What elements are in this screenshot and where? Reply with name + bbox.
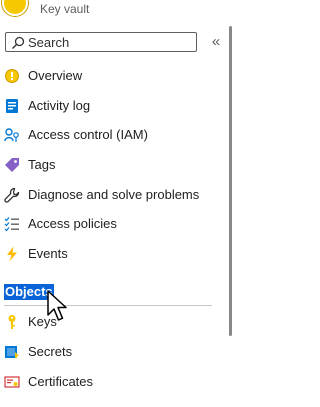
nav-item-events[interactable]: Events [0,241,218,267]
nav-item-label: Access control (IAM) [28,127,148,142]
access-policies-icon [4,217,19,232]
overview-icon [5,69,19,83]
nav-item-label: Certificates [28,374,94,389]
nav-item-label: Access policies [28,216,117,231]
lightning-icon [7,246,17,262]
nav-item-diagnose[interactable]: Diagnose and solve problems [0,182,218,208]
activity-log-icon [6,99,18,113]
search-input[interactable] [28,33,188,51]
header-subtitle: Key vault [40,2,90,16]
nav-item-access-policies[interactable]: Access policies [0,211,218,237]
tag-icon [5,158,19,172]
nav-item-certificates[interactable]: Certificates [0,369,218,395]
collapse-menu-button[interactable]: « [208,33,224,51]
nav-item-label: Diagnose and solve problems [28,187,200,202]
key-vault-icon [2,0,28,16]
key-icon [8,315,16,329]
nav-item-secrets[interactable]: Secrets [0,339,218,365]
certificate-icon [4,376,20,388]
mouse-pointer-icon [47,290,67,321]
nav-item-overview[interactable]: Overview [0,63,218,89]
access-control-icon [4,128,19,142]
search-icon [12,36,25,49]
blade-header: Key vault [0,0,243,26]
nav-item-activity-log[interactable]: Activity log [0,93,218,119]
nav-item-label: Activity log [28,98,91,113]
nav-item-label: Secrets [28,344,73,359]
secret-icon [5,346,19,358]
nav-item-access-control[interactable]: Access control (IAM) [0,122,218,148]
nav-item-label: Events [28,246,68,261]
wrench-icon [4,187,20,203]
nav-item-label: Tags [28,157,56,172]
nav-item-label: Overview [28,68,83,83]
search-box[interactable] [5,32,197,52]
nav-scrollbar[interactable] [229,26,232,336]
nav-item-tags[interactable]: Tags [0,152,218,178]
nav-item-keys[interactable]: Keys [0,309,218,335]
section-divider [4,305,212,306]
